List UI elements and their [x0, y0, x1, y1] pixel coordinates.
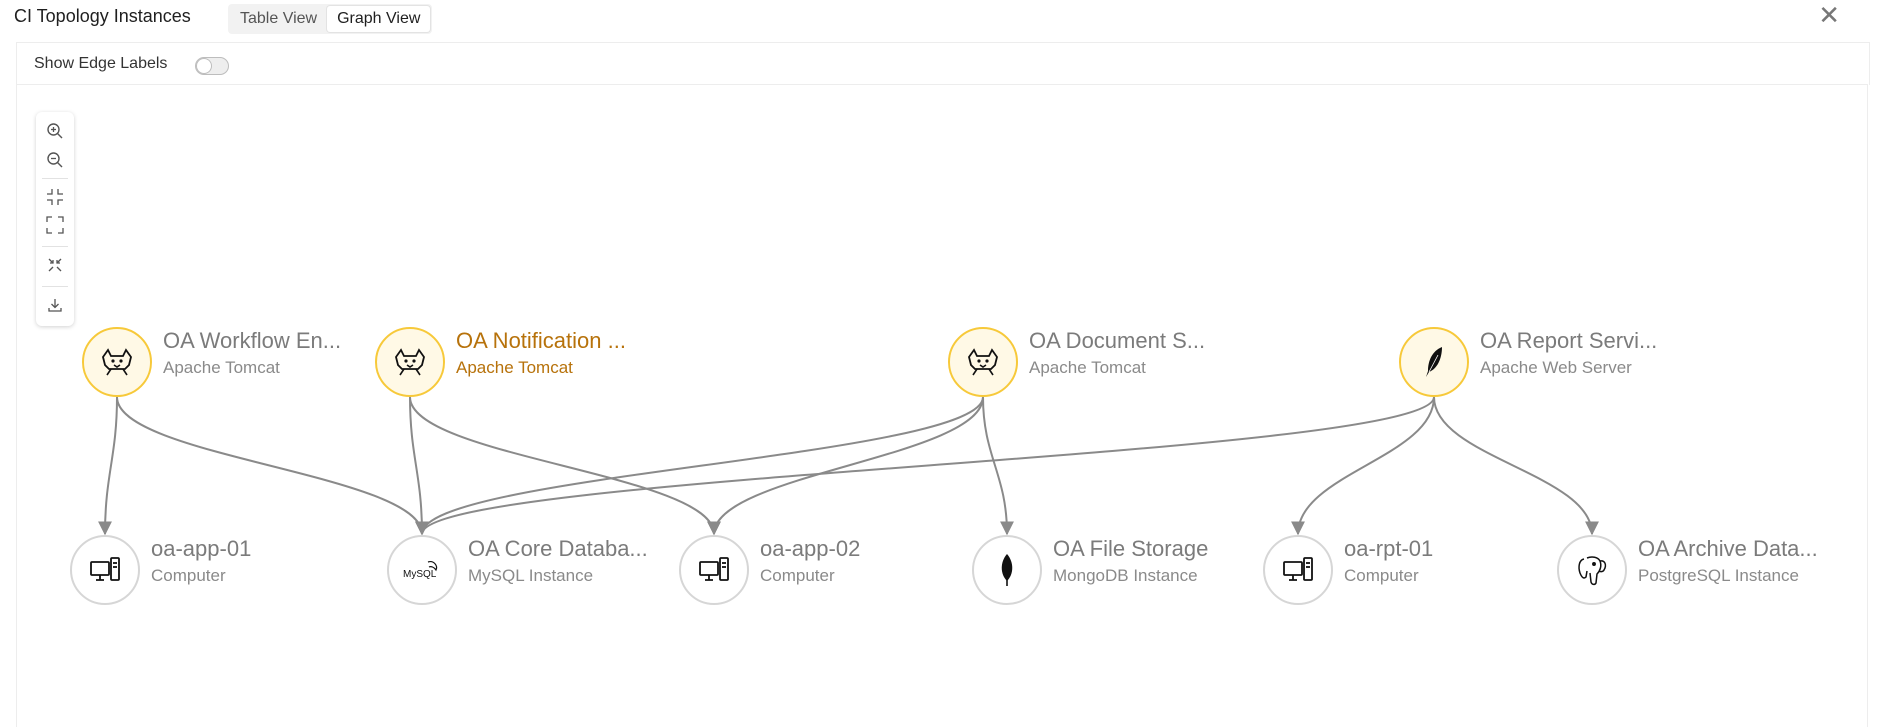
tomcat-icon [99, 347, 135, 377]
node-name[interactable]: OA Core Databa... [468, 536, 648, 562]
mongodb-leaf-icon [997, 553, 1017, 587]
node-type: Apache Web Server [1480, 358, 1632, 377]
fit-view-icon[interactable] [36, 184, 74, 210]
zoom-separator [42, 286, 68, 287]
edge-notif-to-coredb[interactable] [409, 396, 429, 536]
node-circle[interactable] [1263, 535, 1333, 605]
edge-rep-to-coredb[interactable] [415, 396, 1435, 536]
zoom-control-panel [36, 112, 74, 326]
node-circle[interactable] [375, 327, 445, 397]
mysql-icon: MySQL [402, 558, 442, 582]
edge-doc-to-files[interactable] [982, 396, 1014, 536]
node-circle[interactable] [972, 535, 1042, 605]
node-name[interactable]: OA Report Servi... [1480, 328, 1657, 354]
edge-rep-to-rpt01[interactable] [1291, 396, 1435, 536]
node-type: Apache Tomcat [456, 358, 573, 377]
node-name[interactable]: OA Notification ... [456, 328, 626, 354]
download-icon[interactable] [36, 292, 74, 318]
node-circle[interactable]: MySQL [387, 535, 457, 605]
node-name[interactable]: oa-rpt-01 [1344, 536, 1433, 562]
computer-icon [1282, 556, 1314, 584]
node-type: PostgreSQL Instance [1638, 566, 1799, 585]
tomcat-icon [965, 347, 1001, 377]
node-type: Computer [1344, 566, 1419, 585]
computer-icon [89, 556, 121, 584]
zoom-out-icon[interactable] [36, 147, 74, 173]
node-circle[interactable] [82, 327, 152, 397]
node-name[interactable]: OA Workflow En... [163, 328, 341, 354]
node-name[interactable]: oa-app-02 [760, 536, 860, 562]
node-name[interactable]: OA File Storage [1053, 536, 1208, 562]
node-type: Computer [760, 566, 835, 585]
edge-notif-to-app02[interactable] [409, 396, 721, 536]
node-type: Apache Tomcat [1029, 358, 1146, 377]
node-type: Computer [151, 566, 226, 585]
postgresql-icon [1575, 553, 1609, 587]
node-circle[interactable] [1399, 327, 1469, 397]
node-type: MySQL Instance [468, 566, 594, 585]
zoom-separator [42, 246, 68, 247]
fullscreen-icon[interactable] [36, 212, 74, 238]
apache-feather-icon [1422, 345, 1446, 379]
zoom-in-icon[interactable] [36, 118, 74, 144]
computer-icon [698, 556, 730, 584]
edge-wf-to-coredb[interactable] [116, 396, 429, 536]
svg-text:MySQL: MySQL [403, 569, 437, 580]
node-circle[interactable] [948, 327, 1018, 397]
node-name[interactable]: OA Document S... [1029, 328, 1205, 354]
edge-doc-to-app02[interactable] [707, 396, 984, 536]
node-circle[interactable] [1557, 535, 1627, 605]
edge-doc-to-coredb[interactable] [415, 396, 984, 536]
auto-layout-icon[interactable] [36, 252, 74, 278]
zoom-separator [42, 178, 68, 179]
node-name[interactable]: oa-app-01 [151, 536, 251, 562]
edge-rep-to-archive[interactable] [1433, 396, 1599, 536]
node-type: Apache Tomcat [163, 358, 280, 377]
node-circle[interactable] [70, 535, 140, 605]
edge-wf-to-app01[interactable] [98, 396, 118, 536]
tomcat-icon [392, 347, 428, 377]
node-circle[interactable] [679, 535, 749, 605]
node-name[interactable]: OA Archive Data... [1638, 536, 1818, 562]
node-type: MongoDB Instance [1053, 566, 1198, 585]
